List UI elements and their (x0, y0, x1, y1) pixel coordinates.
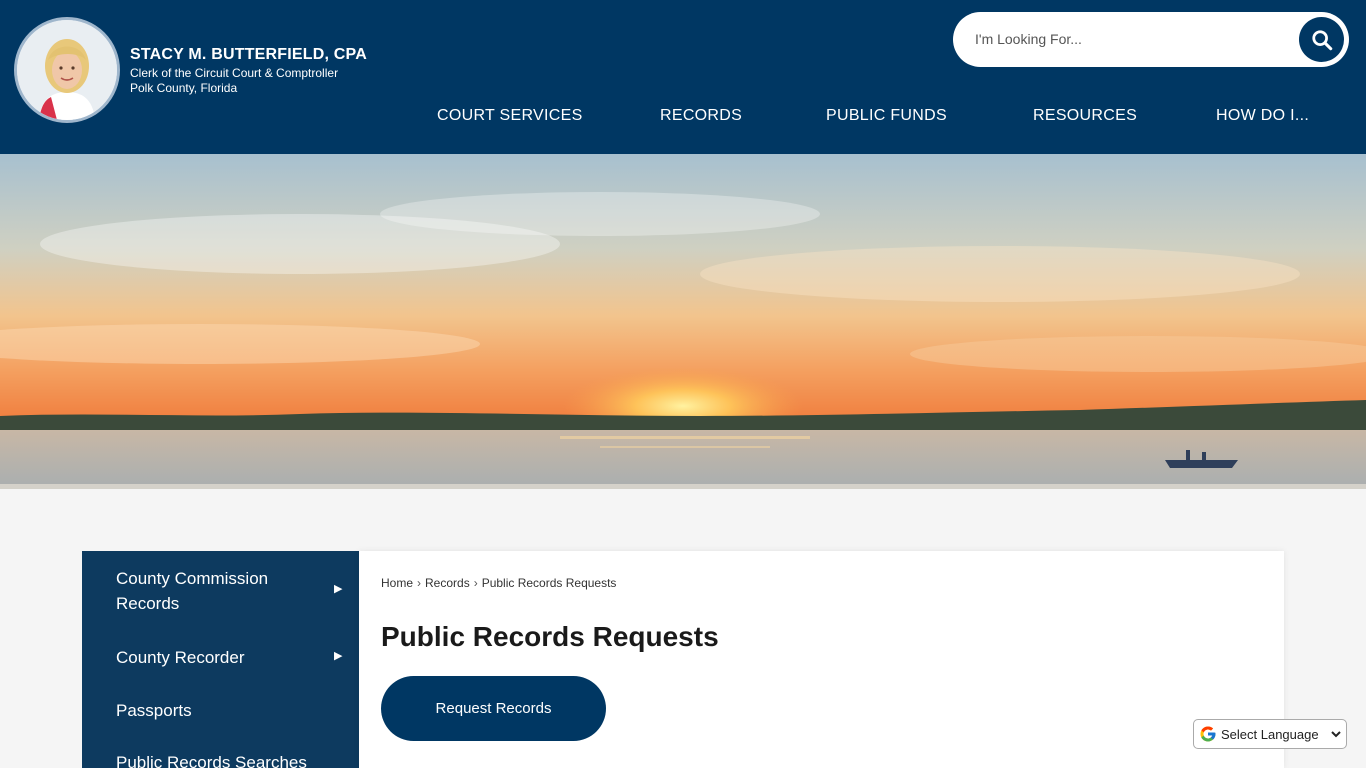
breadcrumb-separator: › (473, 576, 478, 590)
breadcrumb-records[interactable]: Records (425, 576, 470, 590)
request-records-button[interactable]: Request Records (381, 676, 606, 741)
main-content: Home › Records › Public Records Requests Pub… (359, 551, 1284, 768)
brand-name[interactable]: STACY M. BUTTERFIELD, CPA (130, 46, 367, 64)
page-title: Public Records Requests (381, 621, 719, 652)
sidebar-item-county-commission-records[interactable]: County Commission Records (116, 566, 316, 616)
hero-sunset-image (0, 154, 1366, 489)
brand-subtitle: Clerk of the Circuit Court & Comptroller (130, 66, 339, 80)
site-header: STACY M. BUTTERFIELD, CPA Clerk of the C… (0, 0, 1366, 154)
nav-resources[interactable]: RESOURCES (1033, 107, 1137, 125)
breadcrumb: Home › Records › Public Records Requests (381, 576, 616, 590)
sidebar-nav: County Commission Records ▶ County Recor… (82, 551, 359, 768)
search-icon (1311, 29, 1332, 50)
nav-records[interactable]: RECORDS (660, 107, 742, 125)
nav-how-do-i[interactable]: HOW DO I... (1216, 107, 1309, 125)
clerk-portrait-logo[interactable] (14, 17, 120, 123)
brand-location: Polk County, Florida (130, 81, 238, 95)
nav-court-services[interactable]: COURT SERVICES (437, 107, 583, 125)
breadcrumb-current: Public Records Requests (481, 576, 617, 590)
search-input[interactable] (975, 26, 1295, 52)
sidebar-item-county-recorder[interactable]: County Recorder (116, 645, 245, 670)
breadcrumb-home[interactable]: Home (381, 576, 413, 590)
select-language-label: Select Language (1221, 726, 1319, 742)
sidebar-item-passports[interactable]: Passports (116, 698, 192, 723)
search-button[interactable] (1299, 17, 1344, 62)
search-box (953, 12, 1349, 67)
chevron-down-icon (1331, 731, 1341, 738)
triangle-right-icon[interactable]: ▶ (334, 649, 342, 662)
google-g-icon (1200, 726, 1216, 742)
nav-public-funds[interactable]: PUBLIC FUNDS (826, 107, 947, 125)
triangle-right-icon[interactable]: ▶ (334, 582, 342, 595)
sidebar-item-public-records-searches[interactable]: Public Records Searches (116, 750, 307, 768)
select-language-dropdown[interactable]: Select Language (1193, 719, 1347, 749)
breadcrumb-separator: › (417, 576, 422, 590)
